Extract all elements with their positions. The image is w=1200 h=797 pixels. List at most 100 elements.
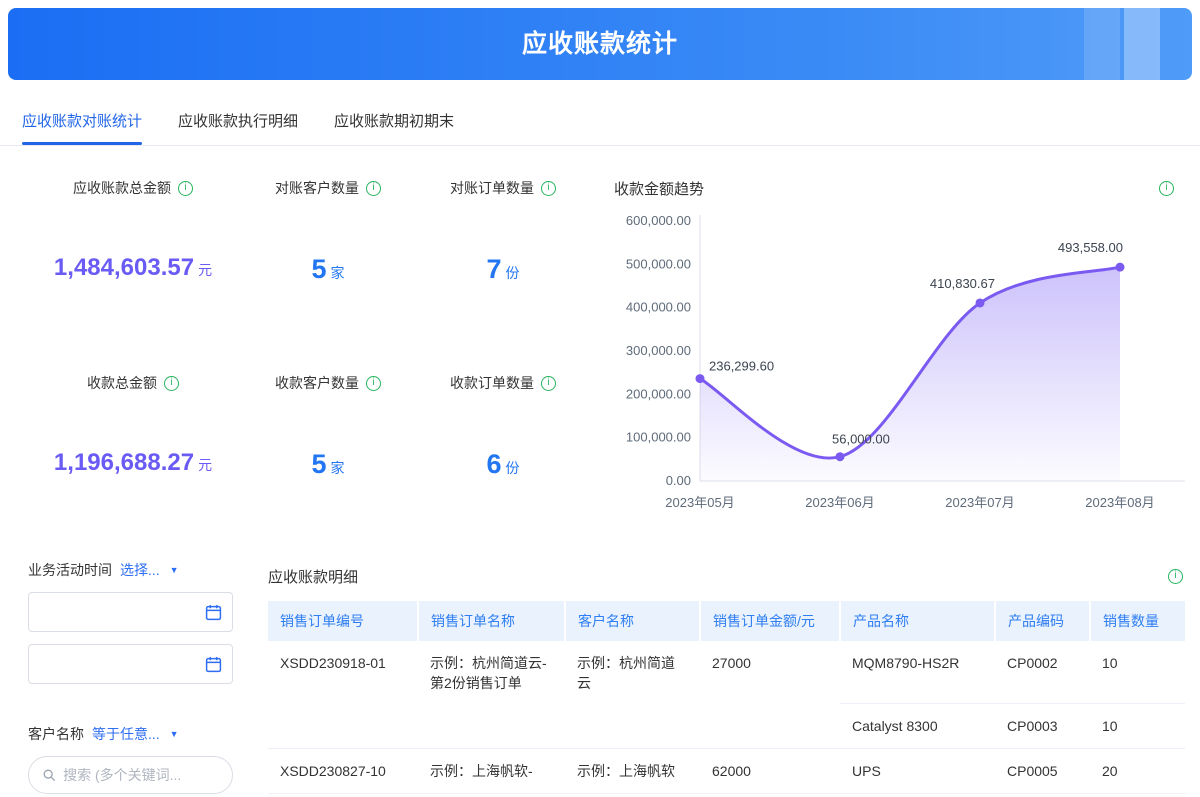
stat-value: 5家 [238,254,418,285]
stat-label-text: 应收账款总金额 [73,180,171,196]
stat-number: 1,484,603.57 [53,254,195,281]
stat-number: 5 [311,254,327,284]
svg-text:500,000.00: 500,000.00 [626,256,691,271]
cell-customer: 示例：上海帆软 [565,748,700,795]
info-icon[interactable]: i [1168,569,1183,584]
stat-number: 1,196,688.27 [53,449,195,476]
svg-text:300,000.00: 300,000.00 [626,343,691,358]
stats-row-2: 收款总金额 i 1,196,688.27 元 收款客户数量 i 5家 收款订单数量 [28,373,593,480]
stat-label-text: 对账订单数量 [450,180,534,196]
info-icon[interactable]: i [366,180,381,196]
table-row: XSDD230827-10 示例：上海帆软- 示例：上海帆软 62000 UPS… [268,748,1185,795]
col-header-amount: 销售订单金额/元 [700,601,841,641]
stat-unit: 家 [330,265,345,281]
stat-unit: 份 [505,265,520,281]
tab-period-begin-end[interactable]: 应收账款期初期末 [334,100,454,145]
page-title: 应收账款统计 [521,30,678,58]
stat-received-total: 收款总金额 i 1,196,688.27 元 [28,373,238,480]
stat-label-text: 对账客户数量 [275,180,359,196]
detail-header: 应收账款明细 i [268,566,1185,587]
customer-filter-operator[interactable]: 等于任意... [92,724,160,744]
stat-receivable-total: 应收账款总金额 i 1,484,603.57 元 [28,178,238,285]
info-icon[interactable]: i [541,180,556,196]
stat-paying-customers: 收款客户数量 i 5家 [238,373,418,480]
detail-panel: 应收账款明细 i 销售订单编号 销售订单名称 客户名称 销售订单金额/元 产品名… [268,566,1185,795]
stat-unit: 份 [505,460,520,476]
svg-text:56,000.00: 56,000.00 [832,432,890,447]
info-icon[interactable]: i [541,375,556,391]
calendar-icon [205,656,222,672]
stat-label: 收款总金额 i [28,373,238,393]
stat-label: 应收账款总金额 i [28,178,238,198]
cell-customer: 示例：杭州简道云 [565,641,700,749]
time-filter-operator[interactable]: 选择... [120,560,160,580]
svg-text:600,000.00: 600,000.00 [626,213,691,228]
date-from-field[interactable] [28,592,233,632]
stat-reconciled-orders: 对账订单数量 i 7份 [418,178,588,285]
trend-chart-panel: 收款金额趋势 i 0.00 100,000.00 200,000.00 300,000… [600,178,1190,519]
stat-reconciled-customers: 对账客户数量 i 5家 [238,178,418,285]
calendar-icon [205,604,222,620]
svg-text:493,558.00: 493,558.00 [1058,240,1123,255]
table-header-row: 销售订单编号 销售订单名称 客户名称 销售订单金额/元 产品名称 产品编码 销售… [268,601,1185,641]
cell-product-code: CP0002 [995,641,1090,704]
customer-filter-row: 客户名称 等于任意... ▼ [28,724,233,744]
time-filter-label: 业务活动时间 [28,562,112,578]
detail-table: 销售订单编号 销售订单名称 客户名称 销售订单金额/元 产品名称 产品编码 销售… [268,601,1185,795]
cell-order-no: XSDD230827-10 [268,748,418,795]
tab-reconciliation-stats[interactable]: 应收账款对账统计 [22,100,143,145]
cell-product-name: UPS [840,748,995,795]
stat-label: 对账客户数量 i [238,178,418,198]
info-icon[interactable]: i [164,375,179,391]
col-header-order-name: 销售订单名称 [418,601,566,641]
info-icon[interactable]: i [178,180,193,196]
stat-value: 6份 [418,449,588,480]
filter-panel: 业务活动时间 选择... ▼ 客户名称 等于任意... ▼ [28,560,233,794]
col-header-product-name: 产品名称 [840,601,996,641]
stat-unit: 元 [198,262,213,278]
stat-number: 7 [486,254,502,284]
customer-search-box [28,756,233,794]
svg-text:2023年06月: 2023年06月 [805,495,874,510]
tab-execution-detail[interactable]: 应收账款执行明细 [178,100,298,145]
header-banner: 应收账款统计 [8,8,1192,80]
svg-text:100,000.00: 100,000.00 [626,430,691,445]
cell-amount: 27000 [700,641,840,749]
stat-label: 收款订单数量 i [418,373,588,393]
cell-amount: 62000 [700,748,840,795]
cell-product-code: CP0005 [995,748,1090,795]
table-row: XSDD230918-01 示例：杭州简道云-第2份销售订单 示例：杭州简道云 … [268,641,1185,749]
trend-chart-header: 收款金额趋势 i [600,178,1190,199]
stat-label: 收款客户数量 i [238,373,418,393]
stat-number: 6 [486,449,502,479]
chevron-down-icon: ▼ [169,565,179,575]
customer-search-input[interactable] [63,767,219,783]
svg-text:0.00: 0.00 [666,473,691,488]
col-header-quantity: 销售数量 [1090,601,1185,641]
trend-chart: 0.00 100,000.00 200,000.00 300,000.00 400,00… [626,213,1185,510]
chevron-down-icon: ▼ [169,729,179,739]
col-header-product-code: 产品编码 [995,601,1091,641]
svg-text:2023年08月: 2023年08月 [1085,495,1154,510]
cell-product-code: CP0003 [995,703,1090,749]
time-filter-row: 业务活动时间 选择... ▼ [28,560,233,580]
stat-unit: 元 [198,457,213,473]
cell-product-name: Catalyst 8300 [840,703,995,749]
stat-label-text: 收款总金额 [87,375,157,391]
stat-value: 7份 [418,254,588,285]
stat-value: 1,196,688.27 元 [28,449,238,477]
info-icon[interactable]: i [1159,181,1174,196]
search-icon [43,769,55,781]
cell-order-no: XSDD230918-01 [268,641,418,749]
stat-label: 对账订单数量 i [418,178,588,198]
stat-value: 1,484,603.57 元 [28,254,238,282]
cell-quantity: 20 [1090,748,1185,795]
svg-text:200,000.00: 200,000.00 [626,386,691,401]
date-to-field[interactable] [28,644,233,684]
info-icon[interactable]: i [366,375,381,391]
cell-quantity: 10 [1090,703,1185,749]
stat-unit: 家 [330,460,345,476]
svg-text:400,000.00: 400,000.00 [626,300,691,315]
svg-text:236,299.60: 236,299.60 [709,359,774,374]
stat-value: 5家 [238,449,418,480]
